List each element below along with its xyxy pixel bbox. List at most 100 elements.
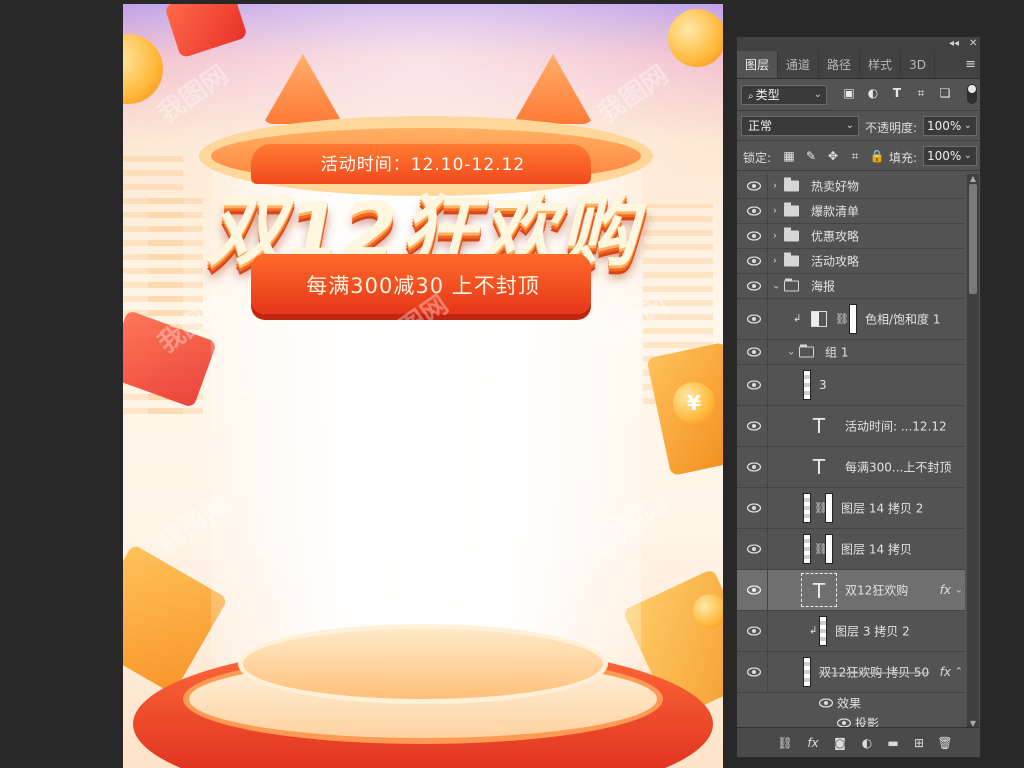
layer-thumbnail[interactable] — [819, 616, 827, 646]
opacity-field[interactable]: 100% ⌄ — [923, 116, 977, 136]
layer-row[interactable]: › 活动攻略 — [737, 249, 965, 274]
add-style-icon[interactable]: fx — [805, 735, 821, 751]
layer-name: 活动攻略 — [811, 254, 860, 269]
chevron-up-icon[interactable]: ⌃ — [955, 667, 963, 678]
panel-menu-button[interactable]: ≡ — [965, 57, 976, 72]
layer-thumbnail[interactable] — [803, 534, 811, 564]
fill-value: 100% — [927, 149, 962, 163]
eye-icon[interactable] — [747, 667, 761, 677]
layer-thumbnail[interactable] — [803, 657, 811, 687]
chevron-right-icon[interactable]: › — [773, 181, 777, 192]
fx-icon[interactable]: fx — [940, 583, 951, 597]
layer-row[interactable]: › 优惠攻略 — [737, 224, 965, 249]
layer-mask-thumbnail[interactable] — [825, 534, 833, 564]
blend-mode-dropdown[interactable]: 正常 ⌄ — [741, 116, 859, 136]
chevron-right-icon[interactable]: › — [773, 231, 777, 242]
layers-bottom-toolbar: ⛓ fx ◙ ◐ ▬ ⊞ 🗑 — [737, 727, 980, 757]
chevron-down-icon[interactable]: ⌄ — [787, 347, 795, 358]
eye-icon[interactable] — [747, 181, 761, 191]
tab-styles[interactable]: 样式 — [860, 51, 902, 78]
layer-row[interactable]: ⌄ 海报 — [737, 274, 965, 299]
layer-thumbnail[interactable] — [803, 370, 811, 400]
tab-3d[interactable]: 3D — [901, 51, 935, 78]
layer-row[interactable]: › 热卖好物 — [737, 174, 965, 199]
fx-icon[interactable]: fx — [940, 665, 951, 679]
divider — [767, 570, 768, 610]
add-mask-icon[interactable]: ◙ — [832, 735, 848, 751]
layer-row[interactable]: ↲ 图层 3 拷贝 2 — [737, 611, 965, 652]
smart-object-filter-icon[interactable]: ❏ — [937, 85, 953, 101]
layer-row[interactable]: T 每满300...上不封顶 — [737, 447, 965, 488]
eye-icon[interactable] — [747, 544, 761, 554]
text-layer-icon[interactable]: T — [801, 450, 837, 484]
tab-paths[interactable]: 路径 — [819, 51, 861, 78]
layer-mask-thumbnail[interactable] — [825, 493, 833, 523]
lock-transparent-icon[interactable]: ▦ — [781, 148, 797, 164]
layer-thumbnail[interactable] — [803, 493, 811, 523]
text-layer-icon[interactable]: T — [801, 573, 837, 607]
layer-mask-thumbnail[interactable] — [849, 304, 857, 334]
layer-row-selected[interactable]: T 双12狂欢购 fx ⌄ — [737, 570, 965, 611]
collapse-panel-button[interactable]: ◂◂ — [949, 37, 959, 51]
scrollbar-thumb[interactable] — [969, 184, 977, 294]
tab-channels[interactable]: 通道 — [778, 51, 820, 78]
layer-row[interactable]: ⛓ 图层 14 拷贝 — [737, 529, 965, 570]
divider — [767, 611, 768, 651]
filter-toggle[interactable] — [967, 84, 977, 104]
chevron-down-icon[interactable]: ⌄ — [955, 585, 963, 596]
layer-row[interactable]: › 爆款清单 — [737, 199, 965, 224]
effect-item-row[interactable]: 投影 — [737, 713, 965, 728]
eye-icon[interactable] — [819, 698, 833, 708]
eye-icon[interactable] — [747, 314, 761, 324]
eye-icon[interactable] — [747, 206, 761, 216]
lock-image-icon[interactable]: ✎ — [803, 148, 819, 164]
scroll-up-icon[interactable]: ▲ — [967, 174, 979, 183]
layer-row[interactable]: 3 — [737, 365, 965, 406]
text-layer-icon[interactable]: T — [801, 409, 837, 443]
coin-bottom-right — [693, 594, 723, 628]
divider — [767, 406, 768, 446]
chevron-down-icon: ⌄ — [963, 150, 972, 161]
eye-icon[interactable] — [747, 256, 761, 266]
chevron-down-icon[interactable]: ⌄ — [772, 281, 780, 292]
eye-icon[interactable] — [747, 281, 761, 291]
lock-all-icon[interactable]: 🔒 — [869, 148, 885, 164]
eye-icon[interactable] — [747, 503, 761, 513]
new-adjustment-icon[interactable]: ◐ — [859, 735, 875, 751]
layer-row[interactable]: T 活动时间: ...12.12 — [737, 406, 965, 447]
eye-icon[interactable] — [747, 231, 761, 241]
eye-icon[interactable] — [747, 347, 761, 357]
tab-layers[interactable]: 图层 — [737, 51, 779, 78]
eye-icon[interactable] — [747, 585, 761, 595]
chevron-right-icon[interactable]: › — [773, 256, 777, 267]
layer-filter-dropdown[interactable]: ⌕ 类型 ⌄ — [741, 85, 827, 105]
eye-icon[interactable] — [747, 421, 761, 431]
fill-label: 填充: — [889, 151, 918, 165]
effects-row[interactable]: 效果 — [737, 693, 965, 713]
folder-icon — [784, 252, 799, 267]
new-group-icon[interactable]: ▬ — [885, 735, 901, 751]
pixel-filter-icon[interactable]: ▣ — [841, 85, 857, 101]
eye-icon[interactable] — [747, 626, 761, 636]
poster-canvas[interactable]: ¥ 活动时间：12.10-12.12 双12狂欢购 每满300减30 上不封顶 … — [123, 4, 723, 768]
layer-row[interactable]: ↲ ⛓ 色相/饱和度 1 — [737, 299, 965, 340]
eye-icon[interactable] — [747, 462, 761, 472]
new-layer-icon[interactable]: ⊞ — [911, 735, 927, 751]
lock-position-icon[interactable]: ✥ — [825, 148, 841, 164]
chevron-right-icon[interactable]: › — [773, 206, 777, 217]
layer-name: 双12狂欢购 拷贝 50 — [819, 665, 930, 680]
delete-layer-icon[interactable]: 🗑 — [937, 735, 953, 751]
layer-row[interactable]: ⛓ 图层 14 拷贝 2 — [737, 488, 965, 529]
layer-row[interactable]: ⌄ 组 1 — [737, 340, 965, 365]
layer-list-scrollbar[interactable]: ▲ ▼ — [967, 174, 979, 728]
lock-artboard-icon[interactable]: ⌗ — [847, 148, 863, 164]
layer-row[interactable]: 双12狂欢购 拷贝 50 fx ⌃ — [737, 652, 965, 693]
close-panel-button[interactable]: ✕ — [969, 37, 977, 51]
type-filter-icon[interactable]: T — [889, 85, 905, 101]
shape-filter-icon[interactable]: ⌗ — [913, 85, 929, 101]
adjustment-filter-icon[interactable]: ◐ — [865, 85, 881, 101]
eye-icon[interactable] — [747, 380, 761, 390]
link-layers-icon[interactable]: ⛓ — [777, 735, 793, 751]
layer-list[interactable]: › 热卖好物 › 爆款清单 › 优惠攻略 › 活动攻略 ⌄ 海报 ↲ ⛓ 色相/… — [737, 174, 965, 728]
fill-field[interactable]: 100% ⌄ — [923, 146, 977, 166]
